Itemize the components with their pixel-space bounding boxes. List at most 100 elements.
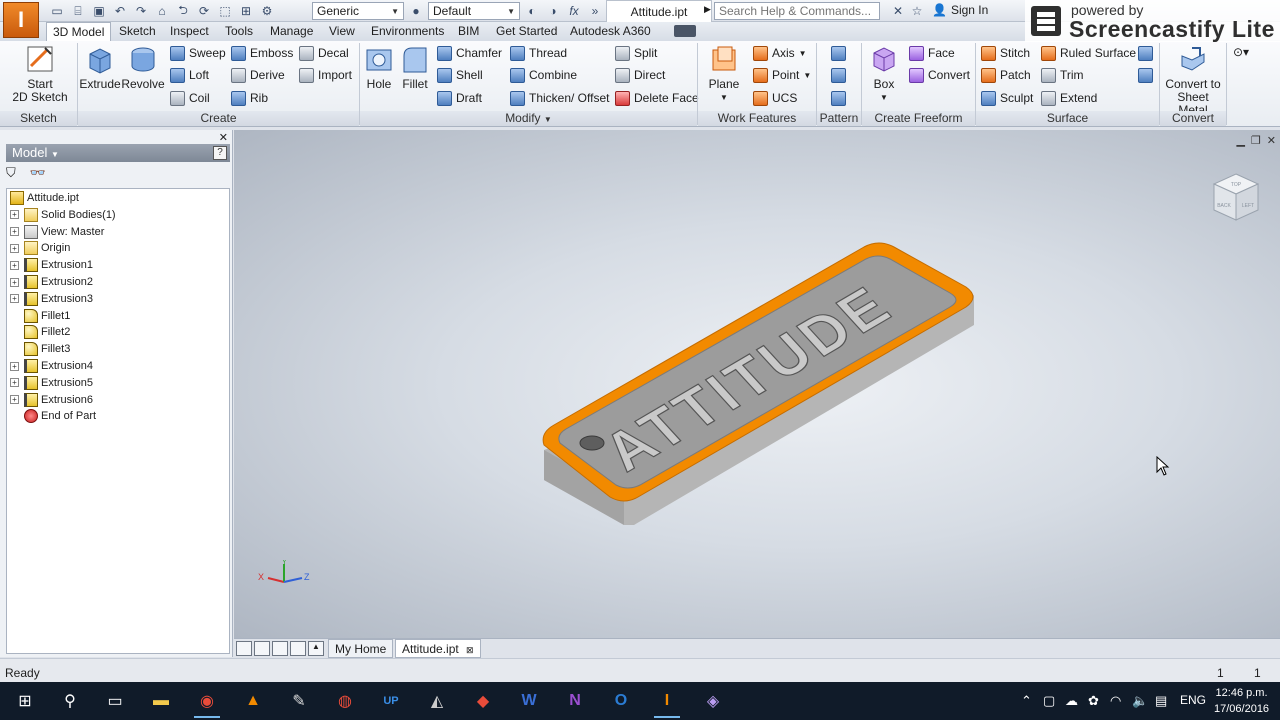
tree-expand-icon[interactable]: + <box>10 294 19 304</box>
tree-item[interactable]: Fillet3 <box>10 341 70 357</box>
tab-inspect[interactable]: Inspect <box>164 22 215 41</box>
emboss-button[interactable]: Emboss <box>231 44 293 62</box>
tray-notifications-icon[interactable]: ▤ <box>1155 693 1167 709</box>
tab-autodesk-a360[interactable]: Autodesk A360 <box>564 22 657 41</box>
axis-button[interactable]: Axis ▼ <box>753 44 807 62</box>
tray-wifi-icon[interactable]: ◠ <box>1110 693 1121 709</box>
tree-item[interactable]: + Extrusion1 <box>10 257 93 273</box>
hole-button[interactable]: Hole <box>362 44 396 91</box>
tab-environments[interactable]: Environments <box>365 22 450 41</box>
attitude-document-tab[interactable]: Attitude.ipt ⊠ <box>395 639 481 658</box>
ruled-surface-button[interactable]: Ruled Surface <box>1041 44 1136 62</box>
restore-icon[interactable]: ❐ <box>1251 134 1261 147</box>
tray-network-icon[interactable]: ▢ <box>1043 693 1055 709</box>
trim-button[interactable]: Trim <box>1041 66 1084 84</box>
undo-icon[interactable]: ↶ <box>111 2 129 20</box>
point-button[interactable]: Point ▼ <box>753 66 811 84</box>
coil-button[interactable]: Coil <box>170 89 210 107</box>
modify-group-label[interactable]: Modify ▼ <box>360 111 697 126</box>
windows-start-icon[interactable]: ⊞ <box>10 687 40 715</box>
combine-button[interactable]: Combine <box>510 66 577 84</box>
tree-expand-icon[interactable]: + <box>10 210 19 220</box>
stitch-button[interactable]: Stitch <box>981 44 1030 62</box>
sketchup-icon[interactable]: ◆ <box>468 687 498 715</box>
sweep-button[interactable]: Sweep <box>170 44 226 62</box>
tray-cloud-icon[interactable]: ☁ <box>1065 693 1078 709</box>
app-purple-icon[interactable]: ◈ <box>698 687 728 715</box>
favorites-star-icon[interactable]: ☆ <box>908 2 926 20</box>
tree-item[interactable]: End of Part <box>10 408 96 424</box>
open-file-icon[interactable]: ⌸ <box>69 2 87 20</box>
plane-button[interactable]: Plane ▼ <box>705 44 743 104</box>
extrude-button[interactable]: Extrude <box>79 44 121 91</box>
search-expand-icon[interactable]: ▶ <box>704 4 711 15</box>
rib-button[interactable]: Rib <box>231 89 268 107</box>
sculpt-button[interactable]: Sculpt <box>981 89 1033 107</box>
face-button[interactable]: Face <box>909 44 955 62</box>
tree-item[interactable]: + View: Master <box>10 224 104 240</box>
appearance-dropdown[interactable]: Default ▼ <box>428 2 520 20</box>
tab-bim[interactable]: BIM <box>452 22 485 41</box>
tree-expand-icon[interactable]: + <box>10 361 19 371</box>
tab-view[interactable]: View <box>323 22 361 41</box>
my-home-tab[interactable]: My Home <box>328 639 394 658</box>
start-2d-sketch-button[interactable]: Start 2D Sketch <box>12 44 68 104</box>
search-icon[interactable]: ⚲ <box>55 687 85 715</box>
keychain-3d-model[interactable]: ATTITUDE <box>534 235 984 535</box>
taskbar-clock[interactable]: 12:46 p.m. 17/06/2016 <box>1214 685 1269 717</box>
tree-item[interactable]: + Extrusion3 <box>10 291 93 307</box>
browser-close-icon[interactable]: ✕ <box>219 131 228 144</box>
tray-volume-icon[interactable]: 🔈 <box>1132 693 1148 709</box>
ribbon-toggle-icon[interactable] <box>674 25 696 37</box>
tree-item[interactable]: + Extrusion4 <box>10 358 93 374</box>
graphics-viewport[interactable]: ▁ ❐ ✕ TOP BACK LEFT ATTITUDE X Y Z <box>234 130 1280 638</box>
adjust-icon[interactable]: ◐ <box>523 2 541 20</box>
box-button[interactable]: Box ▼ <box>866 44 902 104</box>
tree-item[interactable]: + Extrusion6 <box>10 392 93 408</box>
tree-item[interactable]: + Extrusion5 <box>10 375 93 391</box>
new-file-icon[interactable]: ▭ <box>48 2 66 20</box>
tree-item[interactable]: + Solid Bodies(1) <box>10 207 116 223</box>
tab-get-started[interactable]: Get Started <box>490 22 563 41</box>
direct-button[interactable]: Direct <box>615 66 665 84</box>
fx-parameters-icon[interactable]: fx <box>565 2 583 20</box>
more-icon[interactable]: » <box>586 2 604 20</box>
tree-item[interactable]: Fillet1 <box>10 308 70 324</box>
return-icon[interactable]: ⮌ <box>174 2 192 20</box>
chamfer-button[interactable]: Chamfer <box>437 44 502 62</box>
tile-windows-icon[interactable] <box>254 641 270 656</box>
import-button[interactable]: Import <box>299 66 352 84</box>
tree-item[interactable]: Attitude.ipt <box>10 190 79 206</box>
browser-help-icon[interactable]: ? <box>213 146 227 160</box>
tray-dropbox-icon[interactable]: ✿ <box>1088 693 1099 709</box>
document-tab-close-icon[interactable]: ⊠ <box>466 645 474 655</box>
tab-sketch[interactable]: Sketch <box>113 22 162 41</box>
paint-icon[interactable]: ✎ <box>284 687 314 715</box>
settings-icon[interactable]: ⚙ <box>258 2 276 20</box>
input-language[interactable]: ENG <box>1180 693 1206 707</box>
tree-expand-icon[interactable]: + <box>10 260 19 270</box>
redo-icon[interactable]: ↷ <box>132 2 150 20</box>
measure-icon[interactable]: ⊞ <box>237 2 255 20</box>
derive-button[interactable]: Derive <box>231 66 285 84</box>
extend-button[interactable]: Extend <box>1041 89 1097 107</box>
find-binoculars-icon[interactable]: 👓 <box>30 165 46 181</box>
update-icon[interactable]: ⟳ <box>195 2 213 20</box>
thicken-offset-button[interactable]: Thicken/ Offset <box>510 89 609 107</box>
tree-item[interactable]: + Origin <box>10 240 70 256</box>
filter-icon[interactable]: ⛉ <box>6 165 16 181</box>
tree-item[interactable]: + Extrusion2 <box>10 274 93 290</box>
inventor-taskbar-icon[interactable]: I <box>652 687 682 718</box>
convert-button[interactable]: Convert <box>909 66 970 84</box>
tab-manage[interactable]: Manage <box>264 22 319 41</box>
rectangular-pattern-button[interactable] <box>831 44 846 62</box>
ribbon-options-icon[interactable]: ⊙▾ <box>1233 45 1249 59</box>
tree-item[interactable]: Fillet2 <box>10 324 70 340</box>
tree-expand-icon[interactable]: + <box>10 378 19 388</box>
circular-pattern-button[interactable] <box>831 66 846 84</box>
tile-horizontal-icon[interactable] <box>272 641 288 656</box>
shell-button[interactable]: Shell <box>437 66 483 84</box>
loft-button[interactable]: Loft <box>170 66 209 84</box>
tree-expand-icon[interactable]: + <box>10 227 19 237</box>
delete-face-button[interactable]: Delete Face <box>615 89 699 107</box>
